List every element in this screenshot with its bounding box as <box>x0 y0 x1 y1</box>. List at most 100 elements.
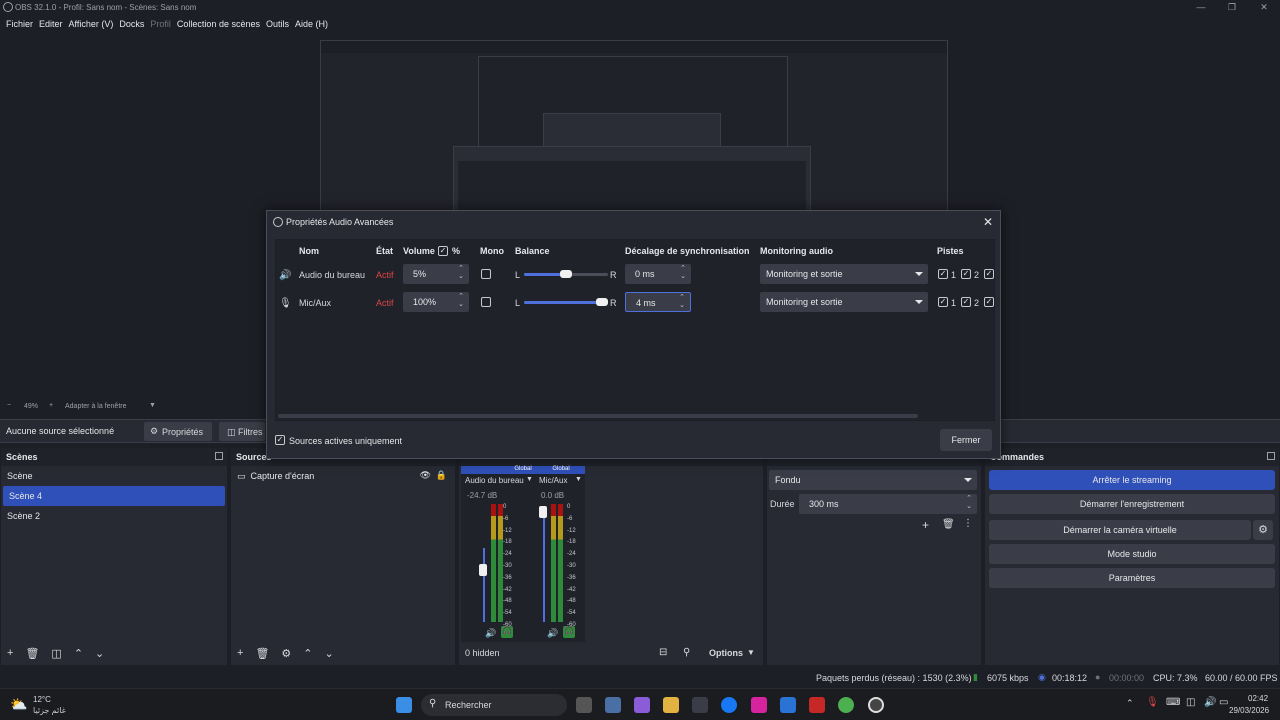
arrow-down-icon[interactable]: ⌄ <box>95 647 104 660</box>
trash-icon[interactable]: 🗑 <box>942 519 955 530</box>
start-virtual-camera-button[interactable]: Démarrer la caméra virtuelle <box>989 520 1251 540</box>
chrome-icon[interactable] <box>838 697 854 713</box>
spin-arrows-icon[interactable]: ⌃ ⌄ <box>458 293 464 309</box>
menu-scene-collection[interactable]: Collection de scènes <box>177 19 260 29</box>
more-vert-icon[interactable]: ⋮ <box>963 518 973 529</box>
source-item[interactable]: ▭ Capture d'écran 👁 🔒 <box>231 466 455 486</box>
add-icon[interactable]: + <box>7 647 13 659</box>
dialog-close-button[interactable]: Fermer <box>940 429 992 451</box>
channel-menu-icon[interactable]: ▼ <box>575 476 582 483</box>
mail-icon[interactable] <box>780 697 796 713</box>
monitoring-select[interactable]: Monitoring et sortie <box>760 264 928 284</box>
volume-spinbox[interactable]: 5% ⌃ ⌄ <box>403 264 469 284</box>
virtual-camera-settings-icon[interactable]: ⚙ <box>1253 520 1273 540</box>
active-only-checkbox[interactable]: ✓ <box>275 435 285 445</box>
track-checkbox[interactable]: ✓ <box>961 269 971 279</box>
menu-docks[interactable]: Docks <box>119 19 144 29</box>
volume-tray-icon[interactable]: 🔊 <box>1204 697 1216 708</box>
tray-chevron-icon[interactable]: ⌃ <box>1126 698 1134 709</box>
keyboard-icon[interactable]: ⌨ <box>1166 697 1180 708</box>
scene-item[interactable]: Scène <box>1 466 227 486</box>
arrow-up-icon[interactable]: ⌃ <box>303 647 312 660</box>
dialog-close-icon[interactable]: ✕ <box>981 215 995 229</box>
trash-icon[interactable]: 🗑 <box>255 647 269 660</box>
sync-offset-spinbox-focused[interactable]: 4 ms ⌃ ⌄ <box>625 292 691 312</box>
menu-help[interactable]: Aide (H) <box>295 19 328 29</box>
speaker-icon[interactable]: 🔊 <box>485 628 496 639</box>
zoom-dropdown-icon[interactable]: ▼ <box>149 402 156 409</box>
minimize-button[interactable]: — <box>1187 0 1215 15</box>
options-dropdown-icon[interactable]: ▼ <box>747 648 755 657</box>
app-red-icon[interactable] <box>809 697 825 713</box>
mono-checkbox[interactable] <box>481 297 491 307</box>
duration-spinbox[interactable]: 300 ms ⌃ ⌄ <box>799 494 977 514</box>
obs-taskbar-icon[interactable] <box>868 697 884 713</box>
stop-streaming-button[interactable]: Arrêter le streaming <box>989 470 1275 490</box>
store-icon[interactable] <box>692 697 708 713</box>
track-checkbox[interactable]: ✓ <box>938 297 948 307</box>
battery-icon[interactable]: ▭ <box>1219 697 1228 708</box>
task-view-icon[interactable] <box>576 697 592 713</box>
windows-start-icon[interactable] <box>396 697 412 713</box>
spin-arrows-icon[interactable]: ⌃ ⌄ <box>458 265 464 281</box>
arrow-up-icon[interactable]: ⌃ <box>74 647 83 660</box>
track-checkbox[interactable]: ✓ <box>984 269 994 279</box>
popout-icon[interactable] <box>1267 452 1275 460</box>
scene-item-selected[interactable]: Scène 4 <box>3 486 225 506</box>
studio-mode-button[interactable]: Mode studio <box>989 544 1275 564</box>
zoom-out-button[interactable]: − <box>7 402 11 409</box>
spin-arrows-icon[interactable]: ⌃ ⌄ <box>679 294 685 310</box>
start-recording-button[interactable]: Démarrer l'enregistrement <box>989 494 1275 514</box>
track-checkbox[interactable]: ✓ <box>938 269 948 279</box>
taskbar-search[interactable]: ⚲ Rechercher <box>421 694 567 716</box>
scene-item[interactable]: Scène 2 <box>1 506 227 526</box>
spin-arrows-icon[interactable]: ⌃ ⌄ <box>966 495 972 511</box>
menu-view[interactable]: Afficher (V) <box>69 19 114 29</box>
spin-arrows-icon[interactable]: ⌃ ⌄ <box>680 265 686 281</box>
add-icon[interactable]: + <box>237 647 243 659</box>
volume-slider-handle[interactable] <box>479 564 487 576</box>
channel-menu-icon[interactable]: ▼ <box>526 476 533 483</box>
options-button[interactable]: Options <box>709 648 743 658</box>
fit-window-label[interactable]: Adapter à la fenêtre <box>65 403 127 410</box>
mono-checkbox[interactable] <box>481 269 491 279</box>
facebook-icon[interactable] <box>721 697 737 713</box>
balance-slider-handle[interactable] <box>560 270 572 278</box>
filters-button[interactable]: ◫ Filtres <box>219 422 265 441</box>
menu-profile[interactable]: Profil <box>150 19 171 29</box>
add-icon[interactable]: + <box>922 518 929 532</box>
network-icon[interactable]: ◫ <box>1186 697 1195 708</box>
maximize-button[interactable]: ❐ <box>1218 0 1246 15</box>
copilot-icon[interactable] <box>634 697 650 713</box>
link-icon[interactable]: ⚲ <box>683 647 690 658</box>
menu-edit[interactable]: Editer <box>39 19 63 29</box>
weather-icon[interactable]: ⛅ <box>10 696 27 713</box>
transition-select[interactable]: Fondu <box>769 470 977 490</box>
balance-slider-handle[interactable] <box>596 298 608 306</box>
instagram-icon[interactable] <box>751 697 767 713</box>
volume-percent-checkbox[interactable]: ✓ <box>438 246 448 256</box>
layout-icon[interactable]: ⊟ <box>659 647 667 658</box>
trash-icon[interactable]: 🗑 <box>25 647 39 660</box>
zoom-in-button[interactable]: + <box>49 402 53 409</box>
file-explorer-icon[interactable] <box>663 697 679 713</box>
horizontal-scrollbar[interactable] <box>278 414 918 418</box>
sync-offset-spinbox[interactable]: 0 ms ⌃ ⌄ <box>625 264 691 284</box>
mic-tray-icon[interactable]: 🎙 <box>1146 697 1159 708</box>
menu-file[interactable]: Fichier <box>6 19 33 29</box>
lock-icon[interactable]: 🔒 <box>436 470 447 481</box>
eye-icon[interactable]: 👁 <box>420 470 431 481</box>
volume-slider-handle[interactable] <box>539 506 547 518</box>
popout-icon[interactable] <box>215 452 223 460</box>
settings-button[interactable]: Paramètres <box>989 568 1275 588</box>
filter-icon[interactable]: ◫ <box>51 647 61 660</box>
speaker-icon[interactable]: 🔊 <box>547 628 558 639</box>
menu-tools[interactable]: Outils <box>266 19 289 29</box>
gear-icon[interactable]: ⚙ <box>281 647 291 660</box>
monitoring-select[interactable]: Monitoring et sortie <box>760 292 928 312</box>
volume-spinbox[interactable]: 100% ⌃ ⌄ <box>403 292 469 312</box>
track-checkbox[interactable]: ✓ <box>961 297 971 307</box>
arrow-down-icon[interactable]: ⌄ <box>325 647 334 660</box>
window-close-button[interactable]: ✕ <box>1250 0 1278 15</box>
track-checkbox[interactable]: ✓ <box>984 297 994 307</box>
